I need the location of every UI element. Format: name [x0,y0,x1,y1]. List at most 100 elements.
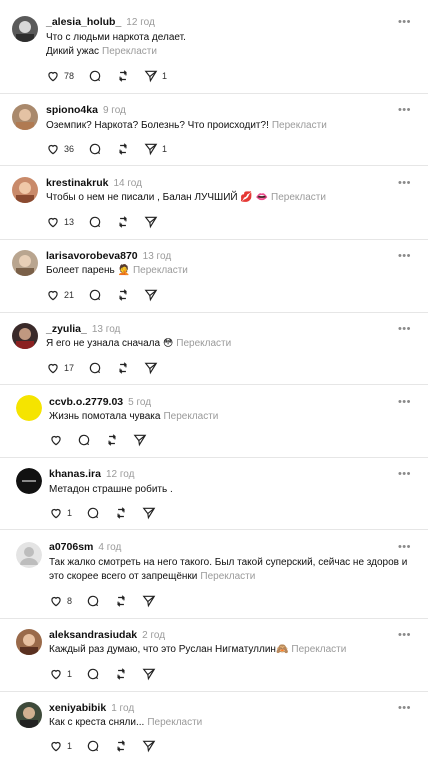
repost-button[interactable] [116,142,130,156]
like-button[interactable]: 21 [46,288,74,302]
more-icon[interactable]: ••• [398,542,411,553]
avatar[interactable] [16,468,42,494]
reply-button[interactable] [88,69,102,83]
more-icon[interactable]: ••• [398,324,411,335]
share-button[interactable] [142,667,156,681]
share-button[interactable] [144,215,158,229]
translate-link[interactable]: Перекласти [291,644,346,655]
like-button[interactable]: 17 [46,361,74,375]
translate-link[interactable]: Перекласти [147,717,202,728]
share-count: 1 [162,71,168,81]
repost-icon [108,434,116,446]
username[interactable]: xeniyabibik [49,702,106,714]
more-icon[interactable]: ••• [398,105,411,116]
avatar[interactable] [16,629,42,655]
comment-thread: khanas.ira 12 год ••• Метадон страшне ро… [0,458,428,530]
reply-button[interactable] [86,506,100,520]
share-button[interactable] [144,288,158,302]
more-icon[interactable]: ••• [398,178,411,189]
username[interactable]: spiono4ka [46,104,98,116]
avatar[interactable] [12,177,38,203]
translate-link[interactable]: Перекласти [272,120,327,131]
send-icon [144,216,158,229]
like-button[interactable] [49,433,63,447]
comment-icon [89,216,101,228]
reply-button[interactable] [86,739,100,753]
reply-button[interactable] [88,361,102,375]
username[interactable]: a0706sm [49,541,93,553]
like-button[interactable]: 13 [46,215,74,229]
share-button[interactable] [144,361,158,375]
repost-button[interactable] [105,433,119,447]
reply-button[interactable] [88,142,102,156]
like-button[interactable]: 1 [49,739,72,753]
username[interactable]: krestinakruk [46,177,108,189]
send-icon [144,70,158,83]
share-button[interactable] [142,594,156,608]
translate-link[interactable]: Перекласти [133,265,188,276]
repost-button[interactable] [114,667,128,681]
repost-button[interactable] [116,69,130,83]
more-icon[interactable]: ••• [398,397,411,408]
avatar[interactable] [16,542,42,568]
avatar[interactable] [12,323,38,349]
like-button[interactable]: 8 [49,594,72,608]
heart-icon [51,741,61,752]
more-icon[interactable]: ••• [398,251,411,262]
reply-button[interactable] [86,667,100,681]
heart-icon [51,435,61,446]
repost-button[interactable] [116,288,130,302]
more-icon[interactable]: ••• [398,703,411,714]
username[interactable]: khanas.ira [49,468,101,480]
repost-button[interactable] [114,506,128,520]
avatar[interactable] [12,104,38,130]
like-button[interactable]: 36 [46,142,74,156]
share-button[interactable] [142,506,156,520]
share-button[interactable]: 1 [144,69,167,83]
repost-icon [117,595,125,607]
repost-icon [119,289,127,301]
more-icon[interactable]: ••• [398,469,411,480]
share-button[interactable]: 1 [144,142,167,156]
share-button[interactable] [142,739,156,753]
translate-link[interactable]: Перекласти [200,571,255,582]
reply-button[interactable] [88,215,102,229]
avatar[interactable] [16,702,42,728]
like-button[interactable]: 78 [46,69,74,83]
repost-button[interactable] [114,739,128,753]
comment-icon [87,507,99,519]
username[interactable]: larisavorobeva870 [46,250,138,262]
repost-button[interactable] [114,594,128,608]
avatar[interactable] [16,395,42,421]
more-icon[interactable]: ••• [398,630,411,641]
reply-button[interactable] [77,433,91,447]
avatar[interactable] [12,250,38,276]
translate-link[interactable]: Перекласти [176,338,231,349]
comment-thread: larisavorobeva870 13 год ••• Болеет паре… [0,240,428,313]
repost-icon [117,668,125,680]
comment-line: Дикий ужас [46,46,100,57]
heart-icon [48,290,58,301]
like-count: 8 [67,596,73,606]
username[interactable]: _alesia_holub_ [46,16,121,28]
reply-button[interactable] [88,288,102,302]
comment-icon [89,70,101,82]
avatar[interactable] [12,16,38,42]
repost-button[interactable] [116,215,130,229]
username[interactable]: ccvb.o.2779.03 [49,396,123,408]
timestamp: 12 год [105,469,135,480]
username[interactable]: _zyulia_ [46,323,87,335]
translate-link[interactable]: Перекласти [271,192,326,203]
username[interactable]: aleksandrasiudak [49,629,137,641]
reply-button[interactable] [86,594,100,608]
repost-button[interactable] [116,361,130,375]
more-icon[interactable]: ••• [398,17,411,28]
translate-link[interactable]: Перекласти [163,411,218,422]
like-count: 1 [67,669,73,679]
translate-link[interactable]: Перекласти [102,46,157,57]
share-button[interactable] [133,433,147,447]
comment-line: Жизнь помотала чувака [49,411,161,422]
like-button[interactable]: 1 [49,667,72,681]
comment-line: это скорее всего от запрещёнки [49,571,198,582]
like-button[interactable]: 1 [49,506,72,520]
